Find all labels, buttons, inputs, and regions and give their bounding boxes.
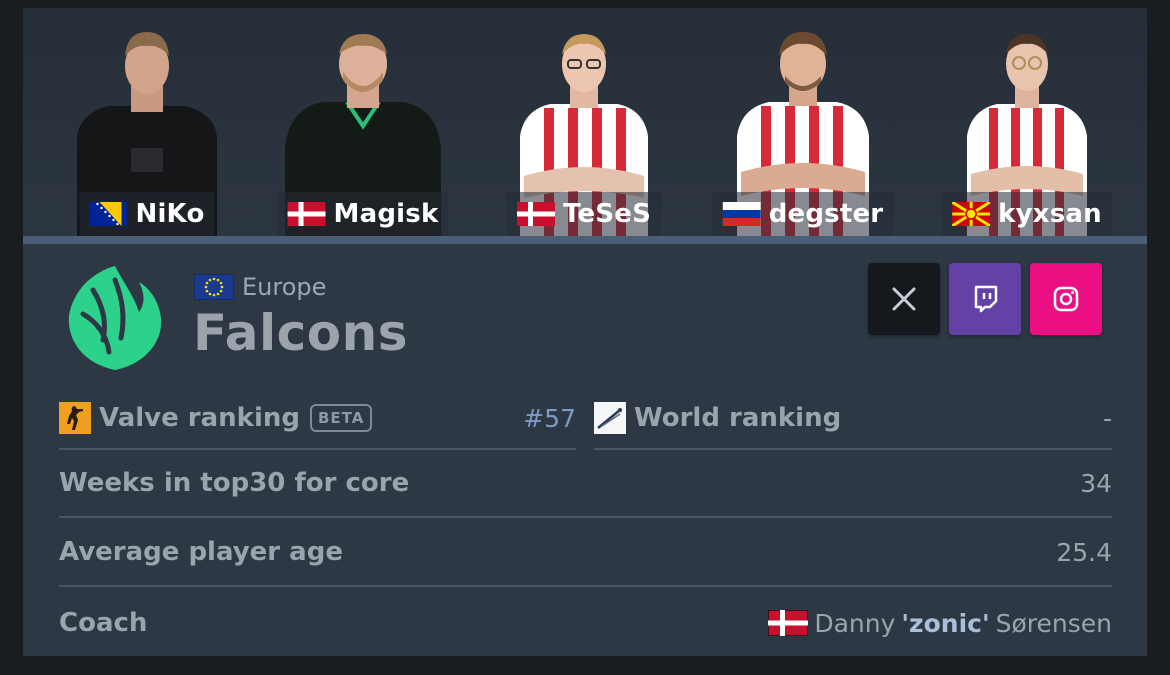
player-nameplate: Magisk: [277, 192, 449, 236]
player-card[interactable]: degster: [703, 8, 903, 236]
falcons-logo-icon: [68, 266, 162, 370]
denmark-flag-icon: [768, 610, 809, 636]
denmark-flag-icon: [287, 202, 326, 226]
valve-ranking: Valve ranking BETA #57: [59, 388, 576, 450]
player-name: TeSeS: [562, 199, 652, 229]
valve-ranking-label: Valve ranking: [99, 403, 300, 433]
twitch-icon: [974, 285, 998, 313]
instagram-button[interactable]: [1030, 263, 1102, 335]
counter-strike-icon: [59, 402, 91, 434]
average-age-value: 25.4: [1056, 537, 1112, 567]
team-card: NiKo Magisk TeSeS degster kyxsan Europe …: [23, 8, 1147, 656]
player-nameplate: NiKo: [79, 192, 215, 236]
coach-label: Coach: [59, 608, 148, 638]
roster-divider: [23, 236, 1147, 244]
region-label: Europe: [242, 273, 327, 301]
beta-badge: BETA: [310, 404, 373, 432]
coach-nickname: 'zonic': [901, 608, 990, 638]
player-nameplate: kyxsan: [942, 192, 1112, 236]
roster: NiKo Magisk TeSeS degster kyxsan: [23, 8, 1147, 236]
world-ranking-value: -: [1102, 403, 1112, 433]
player-card[interactable]: kyxsan: [927, 8, 1127, 236]
coach-first-name: Danny: [814, 608, 896, 638]
valve-ranking-value[interactable]: #57: [523, 404, 576, 433]
bosnia-flag-icon: [89, 202, 128, 226]
coach-row: Coach Danny 'zonic' Sørensen: [59, 589, 1112, 657]
team-region: Europe: [194, 273, 326, 301]
player-name: degster: [768, 199, 884, 229]
player-card[interactable]: NiKo: [47, 8, 247, 236]
player-name: NiKo: [135, 199, 205, 229]
coach-link[interactable]: Danny 'zonic' Sørensen: [768, 609, 1112, 638]
weeks-in-top30-label: Weeks in top30 for core: [59, 468, 410, 498]
world-ranking-label: World ranking: [634, 403, 842, 433]
player-card[interactable]: TeSeS: [484, 8, 684, 236]
north-macedonia-flag-icon: [952, 202, 991, 226]
coach-last-name: Sørensen: [995, 608, 1112, 638]
player-name: Magisk: [333, 199, 439, 229]
world-ranking: World ranking -: [594, 388, 1112, 450]
player-nameplate: degster: [712, 192, 894, 236]
eu-flag-icon: [194, 274, 234, 300]
average-age-row: Average player age 25.4: [59, 519, 1112, 587]
twitch-button[interactable]: [949, 263, 1021, 335]
team-name: Falcons: [193, 304, 408, 362]
average-age-label: Average player age: [59, 537, 343, 567]
x-button[interactable]: [868, 263, 940, 335]
hltv-icon: [594, 402, 626, 434]
player-name: kyxsan: [998, 199, 1102, 229]
weeks-in-top30-value: 34: [1080, 468, 1112, 498]
player-nameplate: TeSeS: [506, 192, 662, 236]
weeks-in-top30-row: Weeks in top30 for core 34: [59, 450, 1112, 518]
denmark-flag-icon: [516, 202, 555, 226]
instagram-icon: [1053, 286, 1079, 312]
x-icon: [892, 287, 916, 311]
russia-flag-icon: [722, 202, 761, 226]
social-links: [868, 263, 1102, 335]
player-card[interactable]: Magisk: [263, 8, 463, 236]
